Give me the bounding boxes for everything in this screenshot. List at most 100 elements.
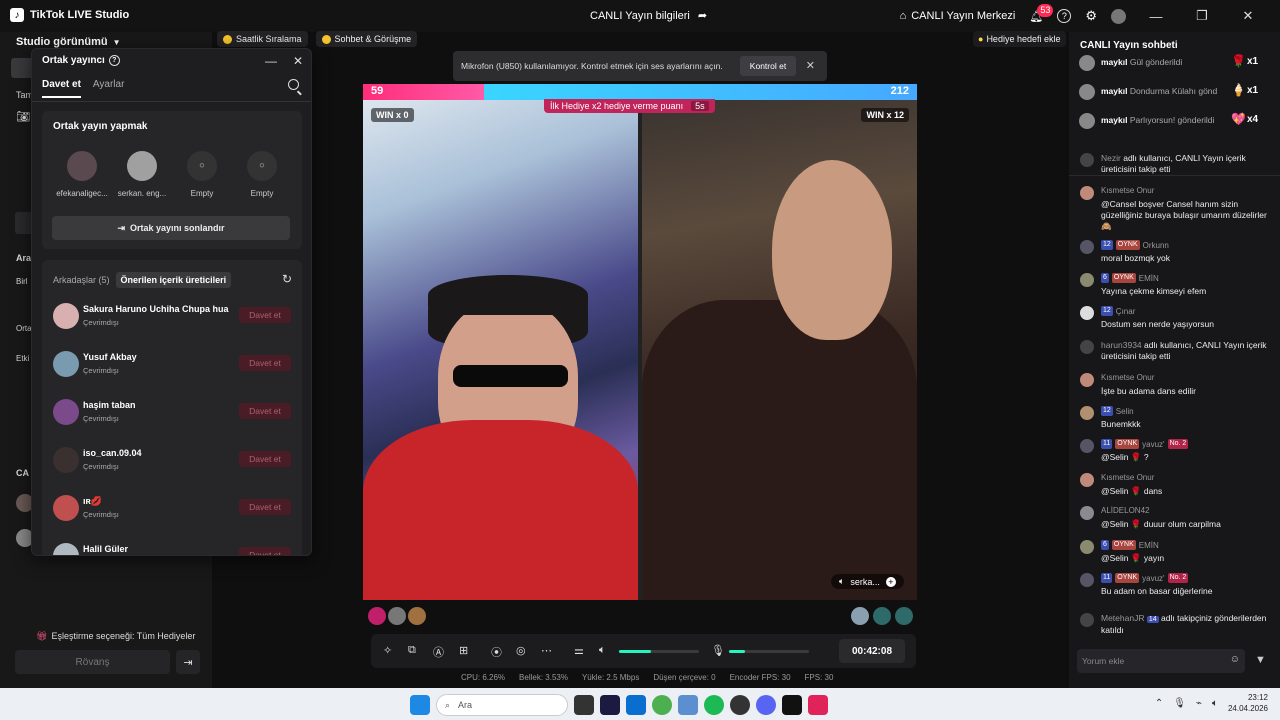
hourly-ranking-chip[interactable]: Saatlik Sıralama	[217, 31, 308, 47]
camera-icon[interactable]: 📷︎	[16, 110, 30, 123]
invite-button[interactable]: Davet et	[239, 547, 291, 555]
section-title: Ortak yayın yapmak	[53, 121, 148, 132]
magic-wand-icon[interactable]: ✧	[383, 644, 392, 657]
emoji-icon[interactable]: ☺	[1230, 654, 1240, 665]
tab-suggested-creators[interactable]: Önerilen içerik üreticileri	[115, 272, 232, 288]
invite-button[interactable]: Davet et	[239, 451, 291, 467]
gift-desc: Gül gönderildi	[1129, 57, 1183, 67]
close-icon[interactable]: ✕	[806, 59, 815, 72]
divider	[1069, 175, 1280, 176]
popup-title: Ortak yayıncı	[42, 55, 105, 66]
check-button[interactable]: Kontrol et	[740, 56, 796, 76]
settings-icon[interactable]	[678, 695, 698, 715]
search-icon[interactable]	[288, 79, 299, 90]
gift-desc: Dondurma Külahı gönd	[1129, 86, 1218, 96]
chevron-up-icon[interactable]: ⌃	[1155, 698, 1163, 709]
exit-icon[interactable]: ⇥	[176, 650, 200, 674]
comment-input[interactable]: Yorum ekle ☺	[1077, 649, 1245, 673]
after-effects-icon[interactable]	[600, 695, 620, 715]
more-icon[interactable]: ⋯	[541, 644, 552, 657]
empty-user-icon: ⚬	[247, 151, 277, 181]
close-popup-button[interactable]: ✕	[293, 54, 303, 68]
live-info-button[interactable]: CANLI Yayın bilgileri ➦	[590, 9, 707, 23]
overlay-icon[interactable]: ⊞	[459, 644, 468, 657]
end-cohost-button[interactable]: ⇥ Ortak yayını sonlandır	[52, 216, 290, 240]
record-icon[interactable]: ⦿	[491, 644, 502, 660]
network-icon[interactable]: ⌁	[1196, 698, 1202, 709]
discord-icon[interactable]	[756, 695, 776, 715]
mail-icon[interactable]	[626, 695, 646, 715]
add-gift-goal-button[interactable]: ● Hediye hedefi ekle	[973, 31, 1066, 47]
live-center-button[interactable]: ⌂ CANLI Yayın Merkezi	[900, 10, 1016, 22]
avatar[interactable]	[388, 607, 406, 625]
cohost-card: Ortak yayın yapmak efekanaligec... serka…	[42, 111, 302, 249]
invite-button[interactable]: Davet et	[239, 307, 291, 323]
refresh-icon[interactable]: ↻	[282, 272, 292, 286]
spotify-icon[interactable]	[704, 695, 724, 715]
chrome-icon[interactable]	[652, 695, 672, 715]
host-slot[interactable]: ⚬ Empty	[232, 151, 292, 198]
task-view-icon[interactable]	[574, 695, 594, 715]
help-icon[interactable]: ?	[1057, 9, 1072, 23]
chat-user: ALİDELON42	[1101, 506, 1150, 515]
invite-button[interactable]: Davet et	[239, 499, 291, 515]
windows-start-icon[interactable]	[410, 695, 430, 715]
mic-slider[interactable]	[729, 650, 809, 653]
clock-date: 24.04.2026	[1227, 704, 1268, 713]
cohost-name-pill[interactable]: 🔈︎ serka... +	[831, 574, 904, 589]
panel-fragment-label: Orta	[16, 324, 32, 333]
equalizer-icon[interactable]: ⚌	[574, 644, 584, 657]
invite-button[interactable]: Davet et	[239, 403, 291, 419]
avatar[interactable]	[873, 607, 891, 625]
microphone-icon[interactable]: 🎙︎	[711, 644, 725, 657]
maximize-button[interactable]: ❐	[1186, 8, 1218, 24]
screen-share-icon[interactable]: ⧉	[408, 644, 416, 657]
panel-section-label: CA	[16, 468, 29, 478]
gift-user: maykıl	[1101, 57, 1128, 67]
speaker-icon[interactable]: 🔈︎	[599, 644, 606, 657]
avatar	[1080, 373, 1094, 387]
profile-avatar[interactable]	[1111, 8, 1126, 24]
filter-icon[interactable]: ▼	[1255, 654, 1266, 666]
microphone-icon[interactable]: 🎙︎	[1173, 698, 1186, 709]
close-window-button[interactable]: ✕	[1232, 8, 1264, 24]
chat-text: Bunemkkk	[1101, 419, 1141, 429]
taskbar-search[interactable]: ⌕ Ara	[436, 694, 568, 716]
host-slot[interactable]: ⚬ Empty	[172, 151, 232, 198]
match-option: 🎁︎ Eşleştirme seçeneği: Tüm Hediyeler	[36, 631, 195, 642]
avatar[interactable]	[408, 607, 426, 625]
volume-slider[interactable]	[619, 650, 699, 653]
avatar[interactable]	[368, 607, 386, 625]
rematch-button[interactable]: Rövanş	[15, 650, 170, 674]
tab-settings[interactable]: Ayarlar	[93, 79, 125, 98]
tab-invite[interactable]: Davet et	[42, 79, 81, 98]
scene-button[interactable]	[11, 58, 33, 78]
minimize-button[interactable]: —	[1140, 9, 1172, 24]
invite-button[interactable]: Davet et	[239, 355, 291, 371]
tab-friends[interactable]: Arkadaşlar (5)	[53, 272, 110, 288]
gift-row: maykıl Gül gönderildi 🌹 x1	[1079, 52, 1269, 74]
avatar	[1080, 439, 1094, 453]
upload-stat: Yükle: 2.5 Mbps	[581, 673, 640, 682]
studio-view-dropdown[interactable]: Studio görünümü ▼	[16, 36, 121, 48]
host-slot[interactable]: efekanaligec...	[52, 151, 112, 198]
gear-icon[interactable]: ⚙	[1085, 8, 1097, 24]
tiktok-live-studio-icon[interactable]	[808, 695, 828, 715]
clock[interactable]: 23:12 24.04.2026	[1228, 692, 1268, 714]
avatar	[1080, 506, 1094, 520]
minimize-popup-button[interactable]: —	[265, 54, 277, 68]
volume-icon[interactable]: 🔈︎	[1212, 698, 1218, 709]
avatar[interactable]	[895, 607, 913, 625]
chat-meet-chip[interactable]: Sohbet & Görüşme	[315, 31, 418, 47]
help-icon[interactable]: ?	[108, 55, 120, 66]
ai-icon[interactable]: Ⓐ	[433, 644, 444, 660]
avatar[interactable]	[851, 607, 869, 625]
target-icon[interactable]: ◎	[516, 644, 526, 657]
notifications-button[interactable]: 🔔︎ 53	[1029, 3, 1054, 23]
search-icon: ⌕	[445, 699, 451, 710]
app-icon[interactable]	[730, 695, 750, 715]
tiktok-icon[interactable]	[782, 695, 802, 715]
chat-user: harun3934	[1101, 340, 1142, 350]
avatar	[1080, 186, 1094, 200]
host-slot[interactable]: serkan. eng...	[112, 151, 172, 198]
